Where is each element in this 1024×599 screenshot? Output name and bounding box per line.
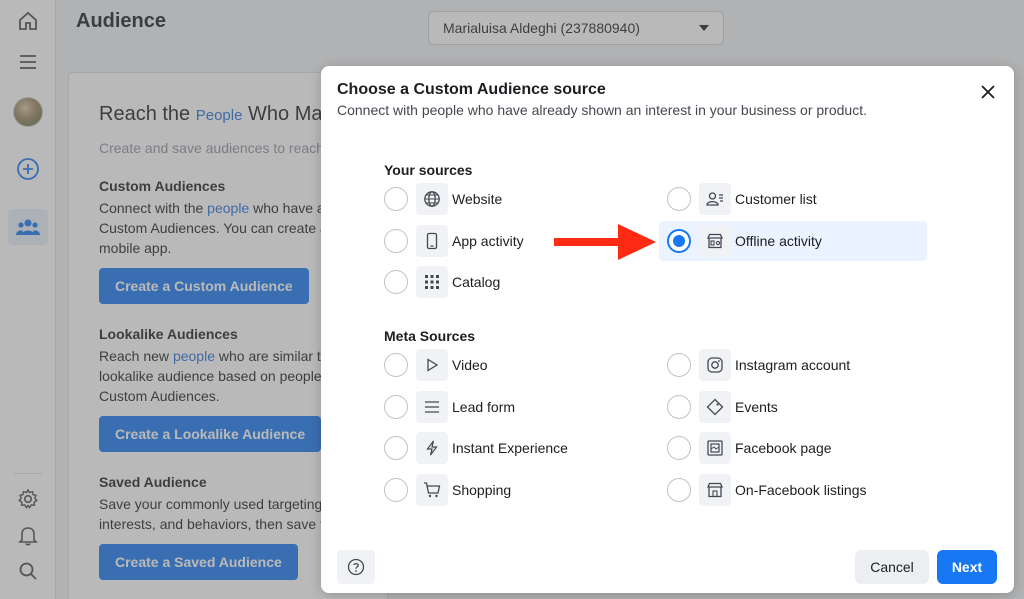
cart-icon: [416, 474, 448, 506]
option-label: Customer list: [735, 191, 817, 207]
option-label: Catalog: [452, 274, 501, 290]
option-label: Facebook page: [735, 440, 832, 456]
page-icon: [699, 432, 731, 464]
next-button[interactable]: Next: [937, 550, 997, 584]
radio-button-checked[interactable]: [667, 229, 691, 253]
source-option-events[interactable]: Events: [667, 387, 937, 427]
radio-button[interactable]: [384, 436, 408, 460]
source-option-website[interactable]: Website: [384, 179, 654, 219]
lightning-icon: [416, 432, 448, 464]
source-option-facebook-page[interactable]: Facebook page: [667, 428, 937, 468]
option-label: Lead form: [452, 399, 516, 415]
close-icon[interactable]: [976, 80, 1000, 104]
play-icon: [416, 349, 448, 381]
radio-button[interactable]: [384, 353, 408, 377]
source-option-shopping[interactable]: Shopping: [384, 470, 654, 510]
radio-button[interactable]: [384, 229, 408, 253]
source-option-video[interactable]: Video: [384, 345, 654, 385]
radio-button[interactable]: [667, 395, 691, 419]
radio-button[interactable]: [667, 436, 691, 460]
option-label: Instant Experience: [452, 440, 568, 456]
source-option-instagram-account[interactable]: Instagram account: [667, 345, 937, 385]
store-icon: [699, 225, 731, 257]
radio-button[interactable]: [384, 187, 408, 211]
dialog-subtitle: Connect with people who have already sho…: [337, 102, 867, 118]
source-option-catalog[interactable]: Catalog: [384, 262, 654, 302]
option-label: On-Facebook listings: [735, 482, 867, 498]
custom-audience-source-dialog: Choose a Custom Audience source Connect …: [321, 66, 1014, 593]
ticket-icon: [699, 391, 731, 423]
option-label: Shopping: [452, 482, 512, 498]
list-icon: [416, 391, 448, 423]
source-option-instant-experience[interactable]: Instant Experience: [384, 428, 654, 468]
grid-icon: [416, 266, 448, 298]
globe-icon: [416, 183, 448, 215]
source-option-on-facebook-listings[interactable]: On-Facebook listings: [667, 470, 937, 510]
meta-sources-label: Meta Sources: [384, 328, 476, 344]
radio-button[interactable]: [384, 395, 408, 419]
option-label: Website: [452, 191, 503, 207]
option-label: Events: [735, 399, 778, 415]
source-option-lead-form[interactable]: Lead form: [384, 387, 654, 427]
option-label: Video: [452, 357, 488, 373]
customer-list-icon: [699, 183, 731, 215]
radio-button[interactable]: [667, 353, 691, 377]
mobile-app-icon: [416, 225, 448, 257]
radio-button[interactable]: [667, 478, 691, 502]
instagram-icon: [699, 349, 731, 381]
help-icon: [347, 558, 365, 576]
cancel-button[interactable]: Cancel: [855, 550, 929, 584]
radio-button[interactable]: [667, 187, 691, 211]
help-button[interactable]: [337, 550, 375, 584]
option-label: App activity: [452, 233, 524, 249]
listing-store-icon: [699, 474, 731, 506]
radio-button[interactable]: [384, 478, 408, 502]
source-option-offline-activity[interactable]: Offline activity: [659, 221, 927, 261]
your-sources-label: Your sources: [384, 162, 473, 178]
option-label: Instagram account: [735, 357, 851, 373]
radio-button[interactable]: [384, 270, 408, 294]
annotation-arrow-icon: [554, 224, 656, 260]
source-option-customer-list[interactable]: Customer list: [667, 179, 937, 219]
option-label: Offline activity: [735, 233, 822, 249]
dialog-title: Choose a Custom Audience source: [337, 81, 606, 98]
